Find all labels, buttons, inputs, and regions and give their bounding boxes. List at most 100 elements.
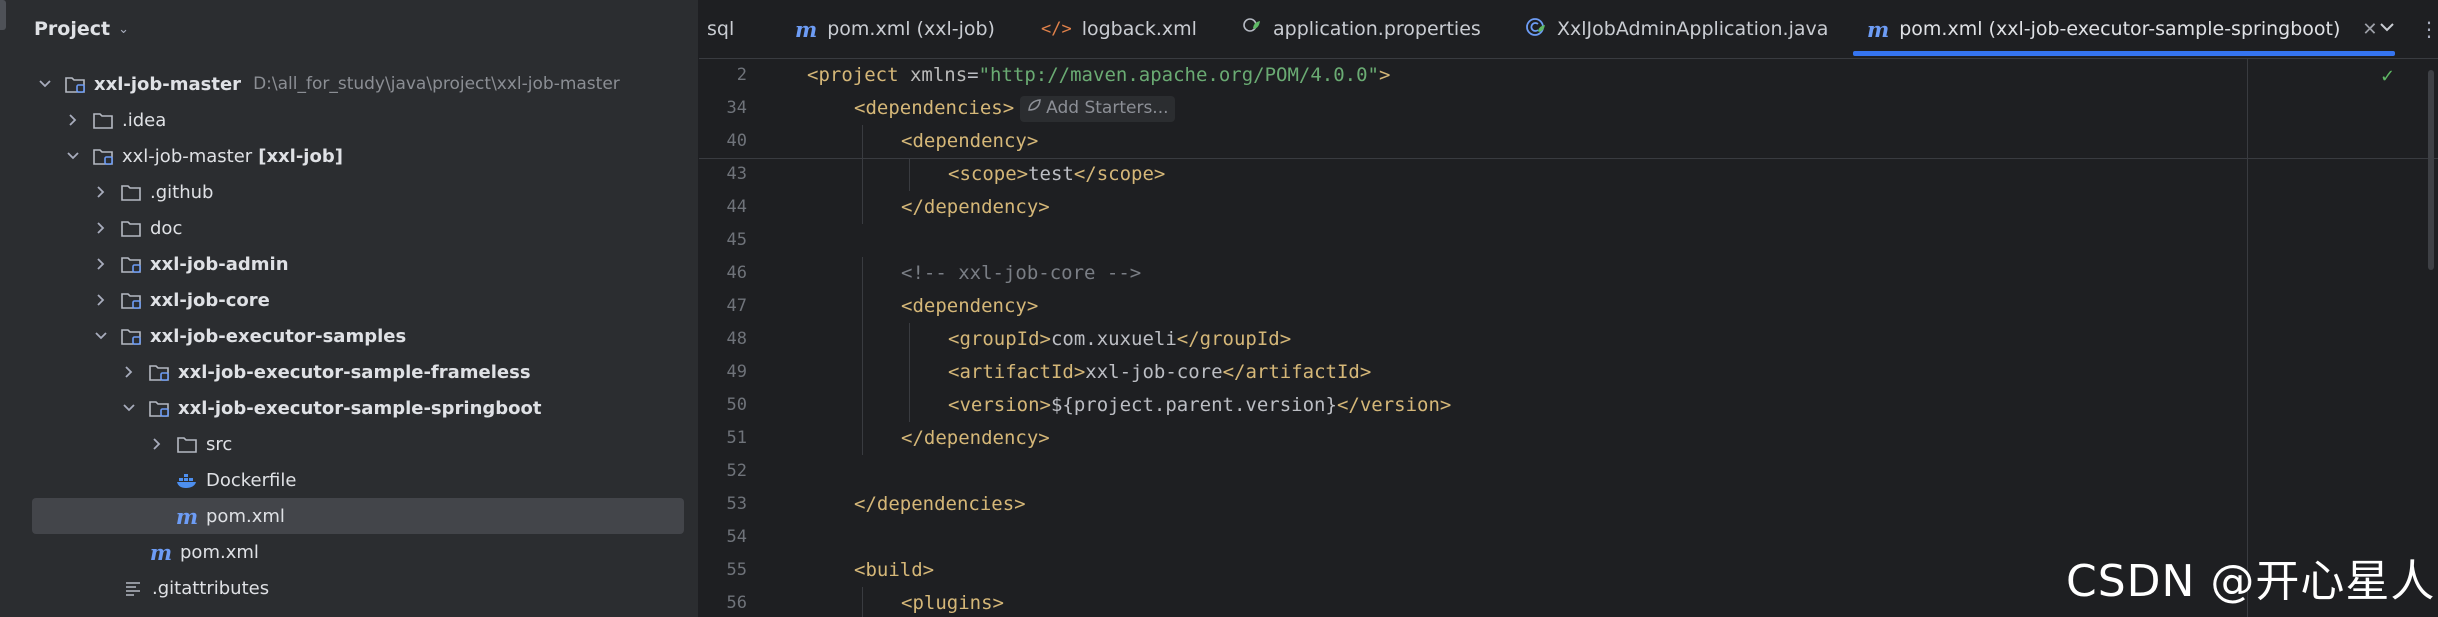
- chevron-right-icon[interactable]: [66, 113, 80, 127]
- code-line[interactable]: 50 <version>${project.parent.version}</ve…: [699, 389, 2438, 422]
- tab-label: sql: [707, 18, 735, 40]
- spring-properties-icon: [1241, 16, 1263, 43]
- line-number: 56: [726, 593, 747, 613]
- code-token: com.xuxueli: [1050, 328, 1177, 350]
- code-line[interactable]: 44 </dependency>: [699, 191, 2438, 224]
- tree-item-label: xxl-job-executor-sample-springboot: [178, 397, 542, 419]
- code-line[interactable]: 34 <dependencies> Add Starters...: [699, 92, 2438, 125]
- tree-item-label: .gitattributes: [152, 577, 270, 599]
- more-options-icon[interactable]: ⋮: [2419, 0, 2438, 58]
- tree-item-executor-sample-frameless[interactable]: xxl-job-executor-sample-frameless: [10, 354, 698, 390]
- chevron-down-icon[interactable]: [66, 149, 80, 163]
- folder-icon: [120, 182, 142, 202]
- code-editor[interactable]: 2 <project xmlns="http://maven.apache.org…: [699, 59, 2438, 617]
- editor-scrollbar[interactable]: [2428, 60, 2434, 617]
- maven-icon: m: [175, 503, 199, 529]
- tab-pom-xxl-job[interactable]: m pom.xml (xxl-job): [795, 0, 995, 58]
- code-line[interactable]: 43 <scope>test</scope>: [699, 158, 2438, 191]
- code-line[interactable]: 52: [699, 455, 2438, 488]
- close-icon[interactable]: ✕: [2362, 19, 2377, 40]
- tree-item-github[interactable]: .github: [10, 174, 698, 210]
- code-token: <dependency>: [901, 130, 1039, 152]
- line-number: 48: [726, 329, 747, 349]
- code-token: "http://maven.apache.org/POM/4.0.0": [978, 64, 1379, 86]
- add-starters-hint[interactable]: Add Starters...: [1020, 95, 1175, 122]
- code-token: >: [1378, 64, 1391, 86]
- tree-item-dockerfile[interactable]: Dockerfile: [10, 462, 698, 498]
- tree-item-pom-xml[interactable]: m pom.xml: [10, 534, 698, 570]
- maven-icon: m: [1867, 16, 1890, 42]
- tree-item-executor-sample-springboot[interactable]: xxl-job-executor-sample-springboot: [10, 390, 698, 426]
- line-number: 49: [726, 362, 747, 382]
- chevron-down-icon[interactable]: [94, 329, 108, 343]
- code-line[interactable]: 48 <groupId>com.xuxueli</groupId>: [699, 323, 2438, 356]
- code-text: </dependencies>: [854, 488, 1026, 521]
- chevron-down-icon[interactable]: [122, 401, 136, 415]
- tree-item-xxl-job-core[interactable]: xxl-job-core: [10, 282, 698, 318]
- indent-guide: [862, 587, 863, 617]
- code-line[interactable]: 46 <!-- xxl-job-core -->: [699, 257, 2438, 290]
- code-text: <scope>test</scope>: [948, 158, 1165, 191]
- code-text: <dependencies> Add Starters...: [854, 92, 1175, 125]
- tab-sql[interactable]: sql: [707, 0, 734, 58]
- chevron-right-icon[interactable]: [94, 221, 108, 235]
- project-view-selector[interactable]: Project ⌄: [34, 14, 129, 44]
- code-line[interactable]: 53 </dependencies>: [699, 488, 2438, 521]
- no-problems-check-icon[interactable]: ✓: [2380, 66, 2395, 87]
- code-line[interactable]: 45: [699, 224, 2438, 257]
- module-name-suffix: [xxl-job]: [258, 145, 343, 167]
- chevron-down-icon[interactable]: ⌄: [118, 22, 129, 37]
- scrollbar-thumb[interactable]: [2428, 70, 2434, 270]
- code-line[interactable]: 49 <artifactId>xxl-job-core</artifactId>: [699, 356, 2438, 389]
- tool-window-tab[interactable]: [0, 0, 6, 30]
- xml-code-icon: </>: [1041, 19, 1072, 39]
- code-text: <artifactId>xxl-job-core</artifactId>: [948, 356, 1371, 389]
- chevron-right-icon[interactable]: [122, 365, 136, 379]
- tree-item-label: xxl-job-master: [122, 145, 253, 167]
- tree-item-xxl-job-master-root[interactable]: xxl-job-master D:\all_for_study\java\pro…: [10, 66, 698, 102]
- code-text: <project xmlns="http://maven.apache.org/…: [807, 59, 1390, 92]
- tab-xxljobadminapplication-java[interactable]: XxlJobAdminApplication.java: [1525, 0, 1828, 58]
- tree-item-src[interactable]: src: [10, 426, 698, 462]
- code-line[interactable]: 40 <dependency>: [699, 125, 2438, 158]
- code-token: <dependencies>: [854, 97, 1015, 119]
- module-folder-icon: [148, 362, 170, 382]
- chevron-right-icon[interactable]: [94, 257, 108, 271]
- maven-icon: m: [795, 16, 818, 42]
- indent-guide: [862, 389, 863, 422]
- tab-logback-xml[interactable]: </> logback.xml: [1041, 0, 1197, 58]
- tree-item-xxl-job-executor-samples[interactable]: xxl-job-executor-samples: [10, 318, 698, 354]
- tree-item-doc[interactable]: doc: [10, 210, 698, 246]
- tab-pom-executor-sample-springboot[interactable]: m pom.xml (xxl-job-executor-sample-sprin…: [1853, 0, 2396, 58]
- code-token: </scope>: [1073, 163, 1166, 185]
- code-token: </artifactId>: [1222, 361, 1372, 383]
- line-number: 40: [726, 131, 747, 151]
- code-line[interactable]: 2 <project xmlns="http://maven.apache.org…: [699, 59, 2438, 92]
- code-token: </groupId>: [1176, 328, 1292, 350]
- chevron-down-icon[interactable]: [2379, 19, 2395, 39]
- code-token: xxl-job-core: [1085, 361, 1223, 383]
- tab-label: pom.xml (xxl-job-executor-sample-springb…: [1899, 18, 2341, 40]
- code-line[interactable]: 51 </dependency>: [699, 422, 2438, 455]
- chevron-right-icon[interactable]: [150, 437, 164, 451]
- tab-label: XxlJobAdminApplication.java: [1557, 18, 1829, 40]
- tree-item-idea[interactable]: .idea: [10, 102, 698, 138]
- chevron-right-icon[interactable]: [94, 185, 108, 199]
- indent-guide: [862, 422, 863, 455]
- tab-list-dropdown[interactable]: [2379, 0, 2395, 58]
- tab-application-properties[interactable]: application.properties: [1241, 0, 1481, 58]
- tree-item-pom-xml-selected[interactable]: m pom.xml: [32, 498, 684, 534]
- csdn-watermark: CSDN @开心星人: [2066, 556, 2436, 607]
- indent-guide: [862, 356, 863, 389]
- code-token: </dependency>: [901, 427, 1050, 449]
- line-number: 55: [726, 560, 747, 580]
- tree-item-xxl-job-admin[interactable]: xxl-job-admin: [10, 246, 698, 282]
- code-text: <build>: [854, 554, 934, 587]
- chevron-down-icon[interactable]: [38, 77, 52, 91]
- line-number: 51: [726, 428, 747, 448]
- tree-item-xxl-job-module[interactable]: xxl-job-master [xxl-job]: [10, 138, 698, 174]
- tree-item-gitattributes[interactable]: .gitattributes: [10, 570, 698, 606]
- code-line[interactable]: 47 <dependency>: [699, 290, 2438, 323]
- chevron-right-icon[interactable]: [94, 293, 108, 307]
- project-path: D:\all_for_study\java\project\xxl-job-ma…: [253, 74, 620, 94]
